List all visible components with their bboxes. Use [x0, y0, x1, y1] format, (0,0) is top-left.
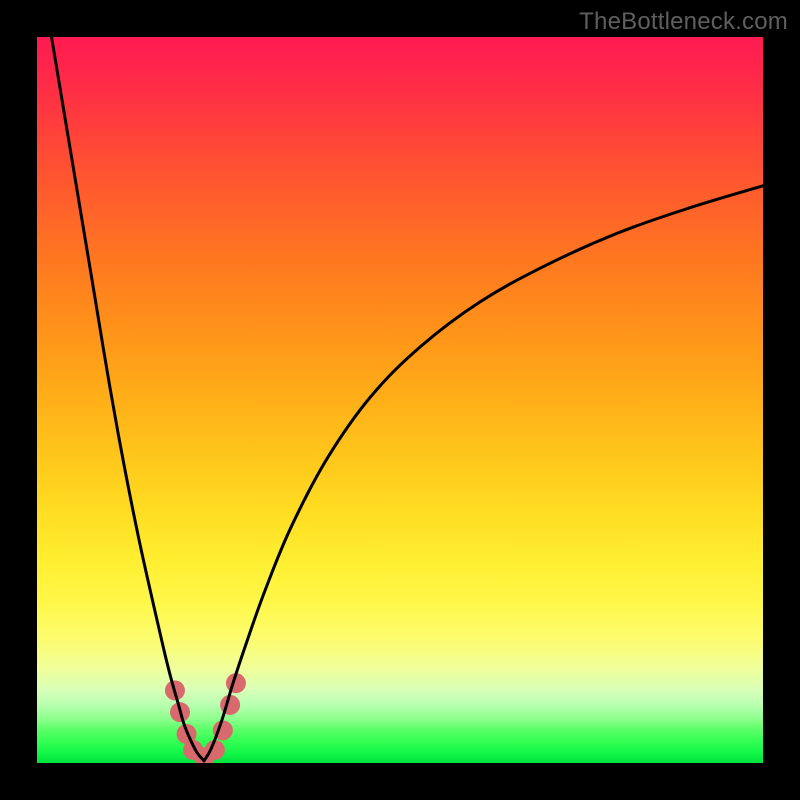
markers-group	[165, 673, 246, 763]
chart-svg	[37, 37, 763, 763]
curves-group	[52, 37, 763, 761]
watermark-text: TheBottleneck.com	[579, 8, 788, 36]
chart-frame: TheBottleneck.com	[0, 0, 800, 800]
plot-area	[37, 37, 763, 763]
curve-right-branch	[204, 186, 763, 761]
curve-left-branch	[52, 37, 204, 761]
